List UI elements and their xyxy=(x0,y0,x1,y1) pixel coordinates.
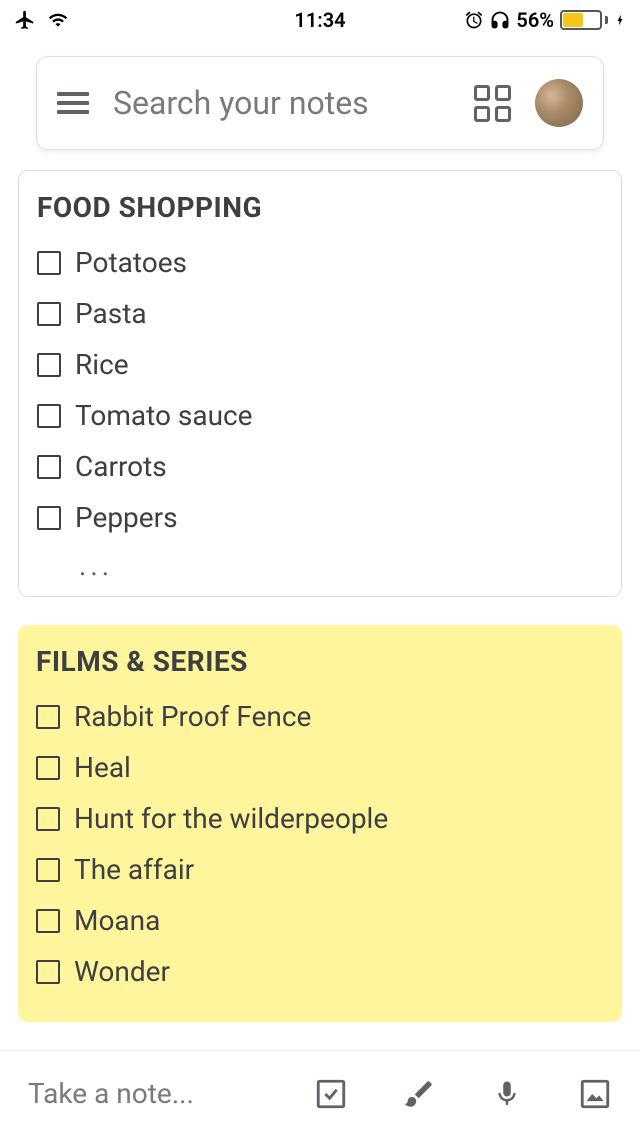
checklist-item[interactable]: Moana xyxy=(36,904,604,937)
wifi-icon xyxy=(46,10,70,30)
search-container: Search your notes xyxy=(36,56,604,150)
checkbox-icon[interactable] xyxy=(36,909,60,933)
checklist-item-text: Moana xyxy=(74,904,160,937)
headphones-icon xyxy=(490,10,510,30)
new-image-icon[interactable] xyxy=(578,1077,612,1111)
checkbox-icon[interactable] xyxy=(37,353,61,377)
checklist-item[interactable]: Peppers xyxy=(37,501,603,534)
checklist-item-text: Wonder xyxy=(74,955,170,988)
airplane-mode-icon xyxy=(14,9,36,31)
take-note-input[interactable]: Take a note... xyxy=(28,1077,266,1110)
status-left xyxy=(14,9,70,31)
checklist-item[interactable]: Rice xyxy=(37,348,603,381)
notes-list: FOOD SHOPPING Potatoes Pasta Rice Tomato sau… xyxy=(0,170,640,1022)
checklist-item-text: Peppers xyxy=(75,501,178,534)
new-drawing-icon[interactable] xyxy=(402,1077,436,1111)
checkbox-icon[interactable] xyxy=(36,705,60,729)
checkbox-icon[interactable] xyxy=(36,960,60,984)
checklist-item-text: Pasta xyxy=(75,297,147,330)
new-voice-icon[interactable] xyxy=(490,1077,524,1111)
avatar[interactable] xyxy=(535,79,583,127)
bottom-bar: Take a note... xyxy=(0,1050,640,1136)
hamburger-menu-icon[interactable] xyxy=(57,92,89,114)
note-title: FOOD SHOPPING xyxy=(37,191,603,224)
checklist-item-text: Rabbit Proof Fence xyxy=(74,700,311,733)
checklist-item[interactable]: Wonder xyxy=(36,955,604,988)
checklist-item[interactable]: Rabbit Proof Fence xyxy=(36,700,604,733)
note-card[interactable]: FILMS & SERIES Rabbit Proof Fence Heal Hunt… xyxy=(18,625,622,1022)
checkbox-icon[interactable] xyxy=(36,756,60,780)
more-items-ellipsis: ... xyxy=(79,552,603,580)
checkbox-icon[interactable] xyxy=(37,251,61,275)
checkbox-icon[interactable] xyxy=(36,807,60,831)
checkbox-icon[interactable] xyxy=(36,858,60,882)
status-bar: 11:34 56% xyxy=(0,0,640,40)
checklist-item[interactable]: Heal xyxy=(36,751,604,784)
grid-view-icon[interactable] xyxy=(474,85,511,122)
alarm-icon xyxy=(464,10,484,30)
battery-percent: 56% xyxy=(516,8,554,32)
checklist-item-text: The affair xyxy=(74,853,194,886)
status-right: 56% xyxy=(464,8,626,32)
checklist-item-text: Heal xyxy=(74,751,131,784)
checkbox-icon[interactable] xyxy=(37,506,61,530)
checklist-item-text: Potatoes xyxy=(75,246,187,279)
battery-icon xyxy=(560,10,608,30)
checkbox-icon[interactable] xyxy=(37,302,61,326)
checklist-item-text: Hunt for the wilderpeople xyxy=(74,802,388,835)
checklist-item[interactable]: Carrots xyxy=(37,450,603,483)
checklist-item-text: Rice xyxy=(75,348,129,381)
status-time: 11:34 xyxy=(294,8,345,32)
checkbox-icon[interactable] xyxy=(37,404,61,428)
checklist-item[interactable]: Potatoes xyxy=(37,246,603,279)
search-bar[interactable]: Search your notes xyxy=(36,56,604,150)
checklist-item[interactable]: Tomato sauce xyxy=(37,399,603,432)
note-card[interactable]: FOOD SHOPPING Potatoes Pasta Rice Tomato sau… xyxy=(18,170,622,597)
checkbox-icon[interactable] xyxy=(37,455,61,479)
checklist-item[interactable]: Hunt for the wilderpeople xyxy=(36,802,604,835)
checklist-item-text: Carrots xyxy=(75,450,167,483)
charging-icon xyxy=(614,10,626,30)
bottom-icons xyxy=(314,1077,612,1111)
checklist-item[interactable]: The affair xyxy=(36,853,604,886)
search-input[interactable]: Search your notes xyxy=(113,84,450,122)
checklist-item[interactable]: Pasta xyxy=(37,297,603,330)
checklist-item-text: Tomato sauce xyxy=(75,399,253,432)
note-title: FILMS & SERIES xyxy=(36,645,604,678)
new-list-icon[interactable] xyxy=(314,1077,348,1111)
